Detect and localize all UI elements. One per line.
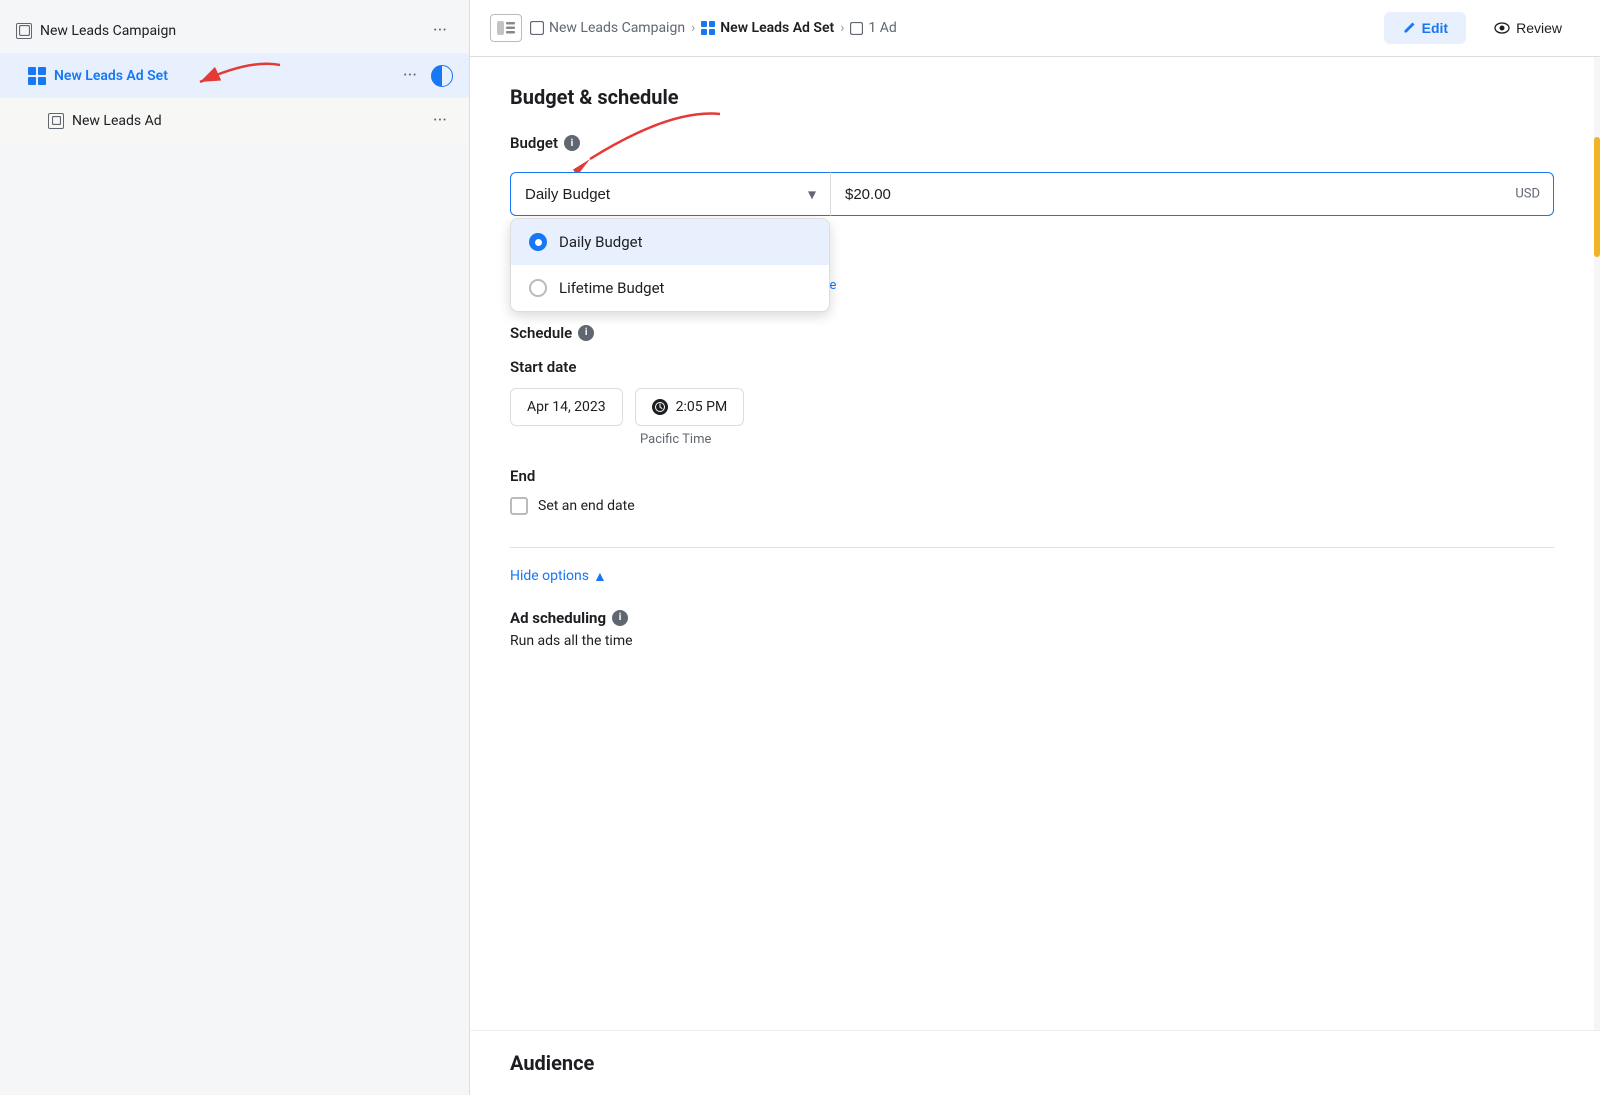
currency-label: USD — [1515, 187, 1540, 202]
content-panel: Budget & schedule Budget i — [470, 57, 1594, 1030]
radio-selected-icon — [529, 233, 547, 251]
breadcrumb-ad-label: 1 Ad — [868, 20, 896, 36]
scroll-indicator[interactable] — [1594, 57, 1600, 1030]
adset-label: New Leads Ad Set — [54, 68, 168, 84]
breadcrumb-actions: Edit Review — [1384, 12, 1580, 44]
breadcrumb-adset-icon — [701, 21, 715, 35]
scroll-thumb — [1594, 137, 1600, 257]
date-time-row: Apr 14, 2023 2:05 PM — [510, 388, 1554, 426]
schedule-label: Schedule i — [510, 324, 1554, 342]
eye-icon — [1494, 22, 1510, 34]
dropdown-option-lifetime[interactable]: Lifetime Budget — [511, 265, 829, 311]
budget-amount-input[interactable] — [830, 172, 1554, 216]
edit-label: Edit — [1422, 20, 1448, 36]
pencil-icon — [1402, 21, 1416, 35]
review-button[interactable]: Review — [1476, 12, 1580, 44]
breadcrumb: New Leads Campaign › New Leads Ad Set › … — [530, 20, 897, 36]
dropdown-lifetime-label: Lifetime Budget — [559, 279, 664, 297]
ad-label: New Leads Ad — [72, 113, 162, 129]
section-divider — [510, 547, 1554, 548]
breadcrumb-ad[interactable]: 1 Ad — [850, 20, 896, 36]
budget-type-select[interactable]: Daily Budget Lifetime Budget — [510, 172, 830, 216]
ad-icon — [48, 113, 64, 129]
content-area: Budget & schedule Budget i — [470, 57, 1600, 1030]
end-date-text: Set an end date — [538, 498, 635, 514]
breadcrumb-adset: New Leads Ad Set — [701, 20, 834, 36]
adset-more-button[interactable]: ··· — [397, 63, 423, 88]
budget-row: Daily Budget Lifetime Budget ▾ Daily Bud… — [510, 172, 1554, 216]
end-date-checkbox[interactable] — [510, 497, 528, 515]
ad-scheduling-value: Run ads all the time — [510, 633, 1554, 649]
ad-scheduling-info-icon[interactable]: i — [612, 610, 628, 626]
ad-scheduling-label: Ad scheduling i — [510, 609, 1554, 627]
sidebar: New Leads Campaign ··· New Leads Ad Set … — [0, 0, 470, 1095]
ad-more-button[interactable]: ··· — [427, 108, 453, 133]
budget-dropdown: Daily Budget Lifetime Budget — [510, 218, 830, 312]
campaign-icon — [16, 23, 32, 39]
budget-label: Budget i — [510, 134, 580, 152]
breadcrumb-sep-1: › — [691, 20, 695, 36]
breadcrumb-campaign[interactable]: New Leads Campaign — [530, 20, 685, 36]
end-label: End — [510, 467, 1554, 485]
breadcrumb-campaign-label: New Leads Campaign — [549, 20, 685, 36]
timezone-label: Pacific Time — [640, 432, 1554, 447]
adset-toggle-icon[interactable] — [431, 65, 453, 87]
breadcrumb-bar: New Leads Campaign › New Leads Ad Set › … — [470, 0, 1600, 57]
sidebar-item-ad[interactable]: New Leads Ad ··· — [0, 98, 469, 143]
end-date-row: Set an end date — [510, 497, 1554, 515]
breadcrumb-sep-2: › — [840, 20, 844, 36]
chevron-up-icon: ▲ — [593, 568, 607, 585]
hide-options-link[interactable]: Hide options ▲ — [510, 568, 1554, 585]
edit-button[interactable]: Edit — [1384, 12, 1466, 44]
start-time-input[interactable]: 2:05 PM — [635, 388, 745, 426]
clock-icon — [652, 399, 668, 415]
adset-grid-icon — [28, 67, 46, 85]
audience-section-title: Audience — [470, 1030, 1600, 1095]
section-title: Budget & schedule — [510, 85, 1554, 109]
campaign-label: New Leads Campaign — [40, 23, 176, 39]
start-date-label: Start date — [510, 358, 1554, 376]
sidebar-item-campaign[interactable]: New Leads Campaign ··· — [0, 8, 469, 53]
review-label: Review — [1516, 20, 1562, 36]
dropdown-daily-label: Daily Budget — [559, 233, 642, 251]
schedule-info-icon[interactable]: i — [578, 325, 594, 341]
campaign-more-button[interactable]: ··· — [427, 18, 453, 43]
breadcrumb-adset-label: New Leads Ad Set — [720, 20, 834, 36]
budget-info-icon[interactable]: i — [564, 135, 580, 151]
sidebar-toggle-button[interactable] — [490, 14, 522, 42]
dropdown-option-daily[interactable]: Daily Budget — [511, 219, 829, 265]
start-date-input[interactable]: Apr 14, 2023 — [510, 388, 623, 426]
budget-select-wrapper: Daily Budget Lifetime Budget ▾ Daily Bud… — [510, 172, 830, 216]
main-content: New Leads Campaign › New Leads Ad Set › … — [470, 0, 1600, 1095]
sidebar-item-adset[interactable]: New Leads Ad Set ··· — [0, 53, 469, 98]
radio-unselected-icon — [529, 279, 547, 297]
budget-amount-wrapper: USD — [830, 172, 1554, 216]
annotation-arrow-budget — [570, 104, 730, 174]
